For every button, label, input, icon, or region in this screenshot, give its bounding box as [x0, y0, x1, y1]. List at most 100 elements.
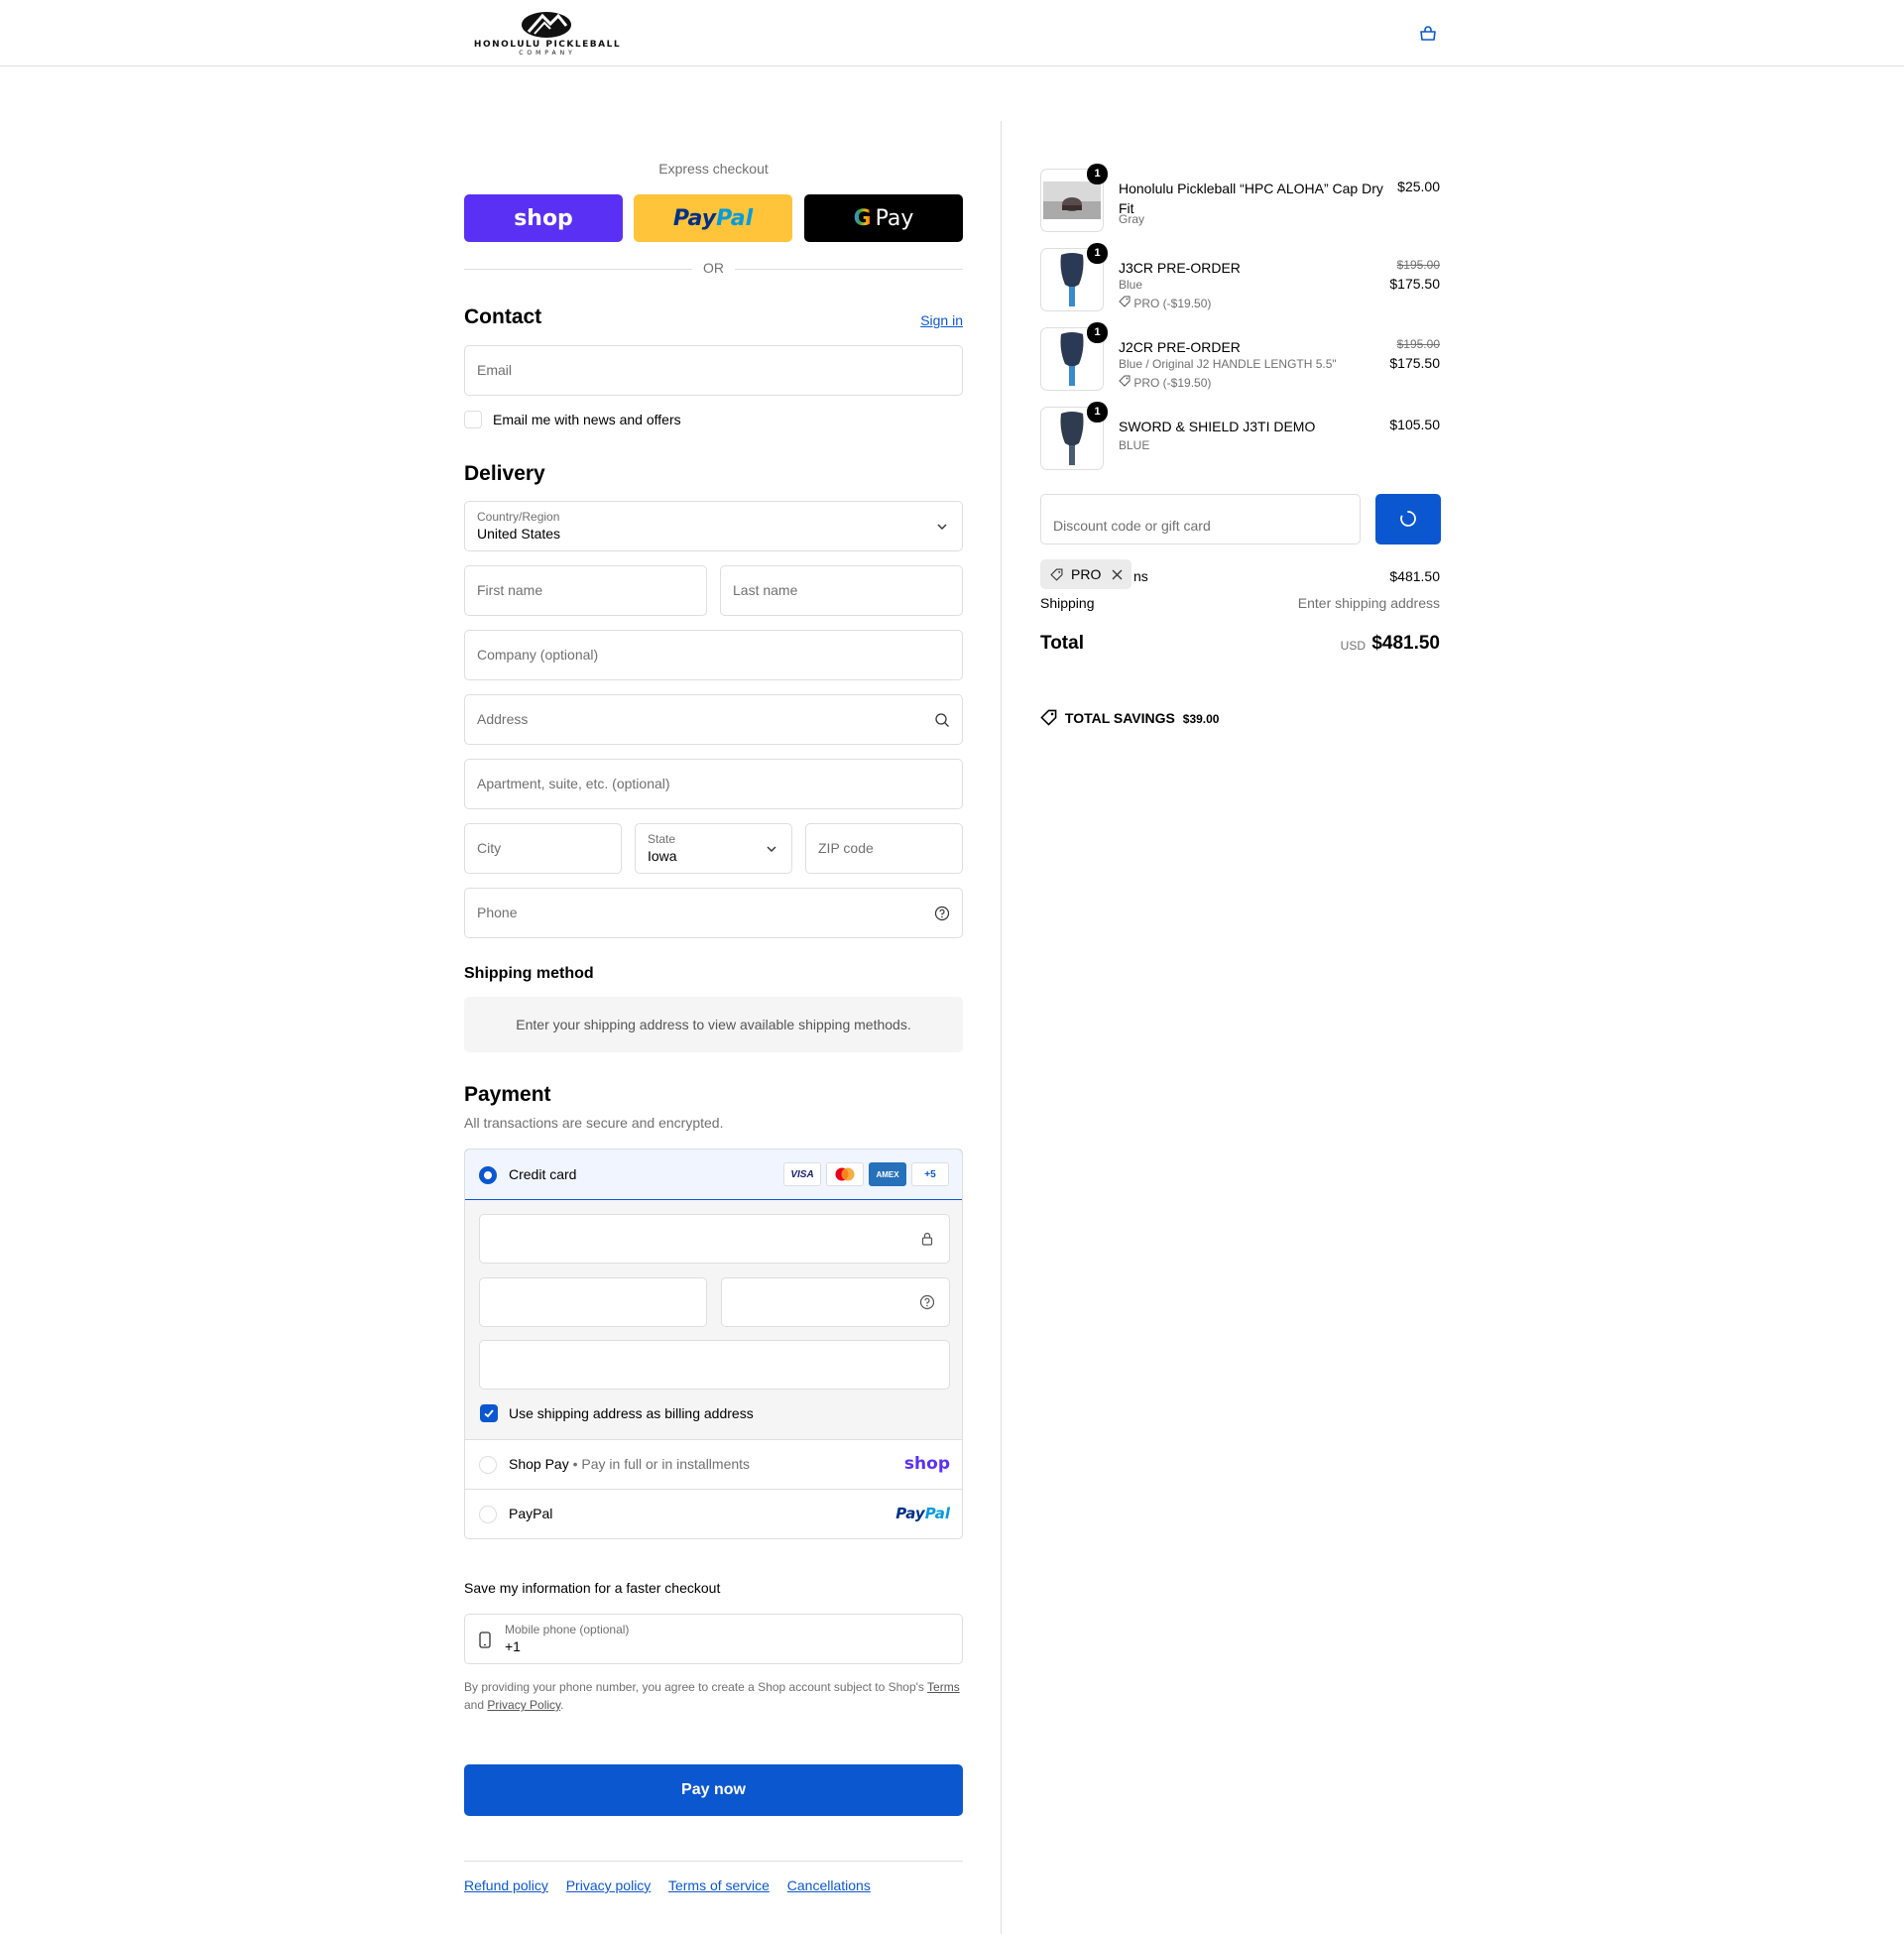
state-select[interactable]: State Iowa [635, 823, 792, 874]
close-icon[interactable] [1112, 569, 1123, 580]
mobile-phone-label: Mobile phone (optional) [505, 1623, 630, 1636]
name-on-card-field[interactable] [479, 1340, 950, 1390]
more-cards-badge: +5 [911, 1162, 949, 1186]
paypal-option[interactable]: PayPal PayPal [465, 1490, 962, 1538]
product-name: J3CR PRE-ORDER [1119, 260, 1241, 276]
state-label: State [648, 832, 676, 846]
shopping-bag-icon[interactable] [1418, 24, 1438, 44]
shop-pay-express-button[interactable]: shop [464, 194, 623, 242]
quantity-badge: 1 [1087, 164, 1108, 184]
product-name: J2CR PRE-ORDER [1119, 339, 1241, 355]
product-price: $175.50 [1389, 355, 1440, 371]
refund-policy-link[interactable]: Refund policy [464, 1877, 548, 1893]
logo-text: HONOLULU PICKLEBALL [473, 40, 622, 50]
product-name: SWORD & SHIELD J3TI DEMO [1119, 419, 1316, 434]
total-savings: TOTAL SAVINGS $39.00 [1040, 709, 1219, 726]
product-price: $25.00 [1397, 179, 1440, 194]
credit-card-label: Credit card [509, 1166, 577, 1182]
privacy-policy-link[interactable]: Privacy Policy [487, 1698, 560, 1712]
paypal-logo: PayPal [895, 1505, 950, 1522]
zip-field[interactable]: ZIP code [805, 823, 963, 874]
paypal-express-button[interactable]: Pay Pal [634, 194, 792, 242]
original-price: $195.00 [1396, 258, 1440, 272]
credit-card-radio[interactable] [479, 1166, 497, 1184]
tag-icon [1119, 375, 1130, 387]
security-code-field[interactable] [721, 1277, 950, 1327]
shop-pay-option[interactable]: Shop Pay • Pay in full or in installment… [465, 1440, 962, 1490]
or-label: OR [703, 260, 724, 276]
newsletter-checkbox[interactable] [464, 411, 482, 428]
city-field[interactable]: City [464, 823, 622, 874]
zip-placeholder: ZIP code [818, 840, 874, 856]
visa-icon: VISA [783, 1162, 821, 1186]
first-name-placeholder: First name [477, 582, 543, 598]
mobile-phone-value: +1 [505, 1638, 521, 1654]
phone-field[interactable]: Phone [464, 888, 963, 938]
shipping-method-title: Shipping method [464, 965, 594, 982]
privacy-policy-link[interactable]: Privacy policy [566, 1877, 652, 1893]
country-select[interactable]: Country/Region United States [464, 501, 963, 551]
help-circle-icon[interactable] [919, 1294, 935, 1310]
company-field[interactable]: Company (optional) [464, 630, 963, 680]
help-circle-icon[interactable] [934, 906, 950, 921]
line-item: 1 J2CR PRE-ORDER Blue / Original J2 HAND… [1040, 322, 1440, 395]
paypal-label: PayPal [509, 1506, 553, 1521]
google-pay-express-button[interactable]: G Pay [804, 194, 963, 242]
credit-card-form: Use shipping address as billing address [465, 1200, 962, 1440]
email-field[interactable]: Email [464, 345, 963, 396]
cancellations-link[interactable]: Cancellations [787, 1877, 871, 1893]
logo-subtext: COMPANY [519, 50, 576, 57]
first-name-field[interactable]: First name [464, 565, 707, 616]
state-value: Iowa [648, 848, 677, 864]
discount-code-field[interactable]: Discount code or gift card [1040, 494, 1361, 544]
card-number-field[interactable] [479, 1214, 950, 1264]
city-placeholder: City [477, 840, 502, 856]
original-price: $195.00 [1396, 337, 1440, 351]
mobile-phone-field[interactable]: Mobile phone (optional) +1 [464, 1614, 963, 1664]
tag-icon [1119, 296, 1130, 307]
last-name-field[interactable]: Last name [720, 565, 963, 616]
shop-pay-sublabel: Pay in full or in installments [581, 1456, 751, 1472]
country-value: United States [477, 526, 561, 542]
shop-pay-label: Shop Pay [509, 1456, 569, 1472]
header: HONOLULU PICKLEBALL COMPANY [0, 0, 1904, 66]
tag-icon [1050, 568, 1063, 581]
address-field[interactable]: Address [464, 694, 963, 745]
mobile-phone-icon [479, 1632, 491, 1648]
paypal-radio[interactable] [479, 1506, 497, 1523]
brand-logo[interactable]: HONOLULU PICKLEBALL COMPANY [464, 10, 631, 57]
product-variant: BLUE [1119, 438, 1150, 452]
google-g-icon: G [853, 205, 872, 231]
loading-spinner-icon [1400, 511, 1416, 527]
quantity-badge: 1 [1087, 322, 1108, 343]
applied-discount-chip: PRO [1040, 559, 1131, 589]
footer-divider [464, 1861, 963, 1862]
search-icon [935, 713, 949, 727]
total-savings-label: TOTAL SAVINGS [1064, 710, 1175, 726]
shipping-value: Enter shipping address [1297, 595, 1440, 611]
billing-same-checkbox[interactable] [480, 1404, 498, 1422]
product-name: Honolulu Pickleball “HPC ALOHA” Cap Dry … [1119, 181, 1383, 216]
sign-in-link[interactable]: Sign in [920, 312, 963, 328]
total-currency: USD [1340, 639, 1366, 653]
apartment-placeholder: Apartment, suite, etc. (optional) [477, 776, 670, 791]
legal-text: By providing your phone number, you agre… [464, 1680, 924, 1694]
terms-link[interactable]: Terms [927, 1680, 960, 1694]
newsletter-label: Email me with news and offers [493, 412, 681, 427]
expiration-field[interactable] [479, 1277, 707, 1327]
apply-discount-button[interactable] [1375, 494, 1441, 544]
shop-pay-radio[interactable] [479, 1456, 497, 1474]
discount-line: PRO (-$19.50) [1119, 375, 1211, 390]
column-divider [1001, 121, 1002, 1934]
credit-card-option[interactable]: Credit card VISA AMEX +5 [465, 1149, 962, 1200]
phone-placeholder: Phone [477, 905, 518, 920]
apartment-field[interactable]: Apartment, suite, etc. (optional) [464, 759, 963, 809]
pay-now-button[interactable]: Pay now [464, 1764, 963, 1816]
shipping-label: Shipping [1040, 595, 1095, 611]
delivery-title: Delivery [464, 462, 545, 485]
discount-text: PRO (-$19.50) [1133, 297, 1212, 310]
shop-pay-logo: shop [903, 1454, 950, 1474]
terms-of-service-link[interactable]: Terms of service [668, 1877, 770, 1893]
product-variant: Blue [1119, 278, 1143, 292]
total-savings-value: $39.00 [1182, 712, 1220, 726]
